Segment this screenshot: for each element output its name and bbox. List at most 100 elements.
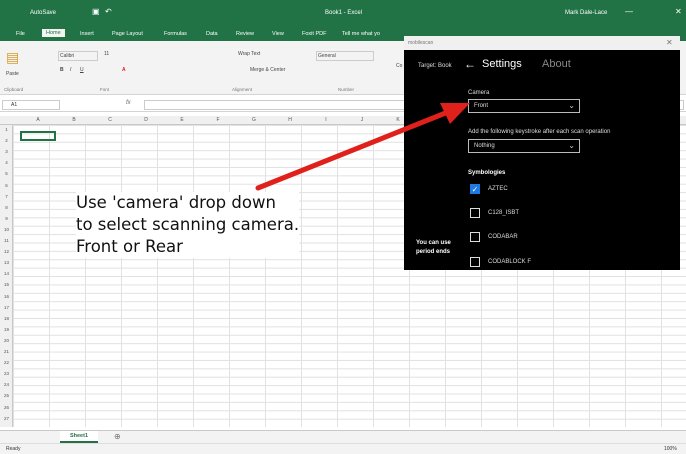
side-text: period ends bbox=[416, 249, 451, 255]
keystroke-dropdown[interactable]: Nothing ⌄ bbox=[468, 139, 580, 153]
group-number: Number bbox=[338, 87, 355, 92]
checkbox-c128-isbt[interactable] bbox=[470, 208, 480, 218]
checkbox-aztec[interactable]: ✓ bbox=[470, 184, 480, 194]
row-header[interactable]: 4 bbox=[0, 160, 13, 165]
symbology-label: AZTEC bbox=[488, 186, 508, 192]
column-header[interactable]: G bbox=[236, 117, 272, 123]
chevron-down-icon: ⌄ bbox=[568, 141, 575, 150]
row-header[interactable]: 21 bbox=[0, 349, 13, 354]
row-header[interactable]: 18 bbox=[0, 316, 13, 321]
column-header[interactable]: A bbox=[20, 117, 56, 123]
font-name-select[interactable]: Calibri bbox=[58, 51, 98, 61]
group-alignment: Alignment bbox=[232, 87, 253, 92]
minimize-icon[interactable]: — bbox=[625, 7, 633, 16]
row-header[interactable]: 12 bbox=[0, 249, 13, 254]
add-sheet-icon[interactable]: ⊕ bbox=[114, 432, 121, 441]
italic-button[interactable]: I bbox=[70, 67, 71, 73]
tab-foxit-pdf[interactable]: Foxit PDF bbox=[302, 31, 326, 37]
wrap-text-button[interactable]: Wrap Text bbox=[238, 51, 260, 57]
checkbox-codablock-f[interactable] bbox=[470, 257, 480, 267]
row-header[interactable]: 26 bbox=[0, 405, 13, 410]
bold-button[interactable]: B bbox=[60, 67, 64, 73]
tab-home[interactable]: Home bbox=[42, 29, 65, 37]
number-format-select[interactable]: General bbox=[316, 51, 374, 61]
symbologies-label: Symbologies bbox=[468, 170, 506, 176]
checkbox-codabar[interactable] bbox=[470, 232, 480, 242]
camera-dropdown[interactable]: Front ⌄ bbox=[468, 99, 580, 113]
tab-formulas[interactable]: Formulas bbox=[164, 31, 187, 37]
keystroke-label: Add the following keystroke after each s… bbox=[468, 129, 611, 135]
symbology-label: CODABLOCK F bbox=[488, 259, 532, 265]
conditional-format-button[interactable]: Co bbox=[396, 63, 402, 69]
tab-view[interactable]: View bbox=[272, 31, 284, 37]
selected-cell[interactable] bbox=[20, 131, 56, 141]
tab-data[interactable]: Data bbox=[206, 31, 218, 37]
symbology-label: C128_ISBT bbox=[488, 210, 520, 216]
fx-icon[interactable]: fx bbox=[126, 100, 131, 106]
row-header[interactable]: 5 bbox=[0, 171, 13, 176]
row-header[interactable]: 11 bbox=[0, 238, 13, 243]
column-header[interactable]: J bbox=[344, 117, 380, 123]
row-header[interactable]: 15 bbox=[0, 282, 13, 287]
sheet-tab-bar: Sheet1 ⊕ bbox=[0, 430, 686, 443]
save-icon[interactable]: ▣ bbox=[92, 7, 100, 16]
merge-center-button[interactable]: Merge & Center bbox=[250, 67, 285, 73]
row-header[interactable]: 9 bbox=[0, 216, 13, 221]
tab-review[interactable]: Review bbox=[236, 31, 254, 37]
annotation-line: to select scanning camera. bbox=[76, 215, 300, 234]
close-icon[interactable]: ✕ bbox=[675, 7, 682, 16]
dialog-app-name: mobilescan bbox=[408, 40, 434, 46]
tab-settings[interactable]: Settings bbox=[482, 58, 522, 70]
tell-me-box[interactable]: Tell me what yo bbox=[342, 31, 380, 37]
font-color-icon[interactable]: A bbox=[122, 67, 126, 73]
tab-file[interactable]: File bbox=[16, 31, 25, 37]
row-header[interactable]: 23 bbox=[0, 371, 13, 376]
underline-button[interactable]: U bbox=[80, 67, 84, 73]
column-header[interactable]: E bbox=[164, 117, 200, 123]
row-header[interactable]: 8 bbox=[0, 205, 13, 210]
row-header[interactable]: 1 bbox=[0, 127, 13, 132]
zoom-level[interactable]: 100% bbox=[664, 446, 677, 452]
autosave-label[interactable]: AutoSave bbox=[30, 10, 56, 16]
row-header[interactable]: 13 bbox=[0, 260, 13, 265]
target-label: Target: Book bbox=[418, 63, 452, 69]
column-header[interactable]: H bbox=[272, 117, 308, 123]
column-header[interactable]: D bbox=[128, 117, 164, 123]
group-clipboard: Clipboard bbox=[4, 87, 24, 92]
column-header[interactable]: B bbox=[56, 117, 92, 123]
row-header[interactable]: 24 bbox=[0, 382, 13, 387]
column-header[interactable]: I bbox=[308, 117, 344, 123]
settings-dialog: mobilescan ✕ Target: Book ← Settings Abo… bbox=[404, 36, 680, 270]
row-header[interactable]: 6 bbox=[0, 183, 13, 188]
row-header[interactable]: 17 bbox=[0, 305, 13, 310]
dialog-close-icon[interactable]: ✕ bbox=[666, 38, 673, 47]
back-arrow-icon[interactable]: ← bbox=[464, 57, 476, 71]
annotation-callout: Use 'camera' drop down to select scannin… bbox=[76, 192, 300, 258]
tab-insert[interactable]: Insert bbox=[80, 31, 94, 37]
tab-page-layout[interactable]: Page Layout bbox=[112, 31, 143, 37]
tab-about[interactable]: About bbox=[542, 58, 571, 70]
name-box[interactable]: A1 bbox=[2, 100, 60, 110]
sheet-tab[interactable]: Sheet1 bbox=[60, 431, 98, 443]
row-header[interactable]: 20 bbox=[0, 338, 13, 343]
paste-button[interactable]: Paste bbox=[6, 71, 19, 77]
row-header[interactable]: 14 bbox=[0, 271, 13, 276]
row-header[interactable]: 19 bbox=[0, 327, 13, 332]
row-header[interactable]: 27 bbox=[0, 416, 13, 421]
column-header[interactable]: C bbox=[92, 117, 128, 123]
side-text: You can use bbox=[416, 240, 451, 246]
row-header[interactable]: 7 bbox=[0, 194, 13, 199]
user-name[interactable]: Mark Dale-Lace bbox=[565, 10, 607, 16]
document-title: Book1 - Excel bbox=[325, 10, 363, 16]
row-header[interactable]: 10 bbox=[0, 227, 13, 232]
row-header[interactable]: 2 bbox=[0, 138, 13, 143]
row-header[interactable]: 3 bbox=[0, 149, 13, 154]
column-header[interactable]: F bbox=[200, 117, 236, 123]
dialog-header: mobilescan ✕ bbox=[404, 36, 680, 50]
row-header[interactable]: 16 bbox=[0, 294, 13, 299]
row-header[interactable]: 25 bbox=[0, 393, 13, 398]
paste-icon[interactable]: ▤ bbox=[6, 49, 19, 66]
undo-icon[interactable]: ↶ bbox=[105, 7, 112, 16]
row-header[interactable]: 22 bbox=[0, 360, 13, 365]
font-size-select[interactable]: 11 bbox=[104, 51, 109, 57]
